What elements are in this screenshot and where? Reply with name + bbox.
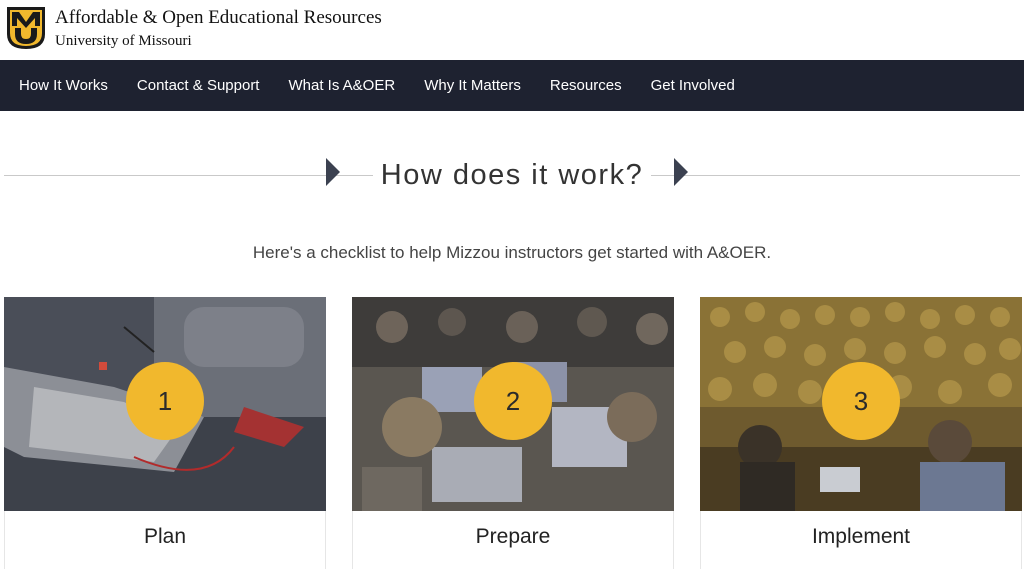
divider-left [4,174,373,176]
nav-item-contact-support[interactable]: Contact & Support [137,77,260,94]
implement-photo: 3 [700,297,1022,511]
site-title[interactable]: Affordable & Open Educational Resources [55,7,382,29]
intro-text: Here's a checklist to help Mizzou instru… [252,243,772,262]
prepare-photo: 2 [352,297,674,511]
nav-item-why-it-matters[interactable]: Why It Matters [424,77,521,94]
site-header: Affordable & Open Educational Resources … [0,0,1024,60]
site-subtitle: University of Missouri [55,33,192,49]
step-card-implement[interactable]: 3 Implement [700,297,1022,569]
step-number-badge: 2 [474,362,552,440]
section-heading: How does it work? [4,150,1020,200]
divider-right [651,174,1020,176]
step-label-plan[interactable]: Plan [4,525,326,549]
step-card-prepare[interactable]: 2 Prepare [352,297,674,569]
chevron-right-icon [326,158,340,186]
plan-photo: 1 [4,297,326,511]
step-label-prepare[interactable]: Prepare [352,525,674,549]
chevron-right-icon [674,158,688,186]
page-headline: How does it work? [380,158,644,191]
step-number-badge: 1 [126,362,204,440]
nav-item-what-is-aoer[interactable]: What Is A&OER [288,77,395,94]
nav-item-resources[interactable]: Resources [550,77,622,94]
mizzou-logo[interactable] [6,6,46,50]
nav-item-how-it-works[interactable]: How It Works [19,77,108,94]
main-nav: How It Works Contact & Support What Is A… [0,60,1024,111]
nav-item-get-involved[interactable]: Get Involved [651,77,735,94]
step-card-plan[interactable]: 1 Plan [4,297,326,569]
step-number-badge: 3 [822,362,900,440]
step-label-implement[interactable]: Implement [700,525,1022,549]
